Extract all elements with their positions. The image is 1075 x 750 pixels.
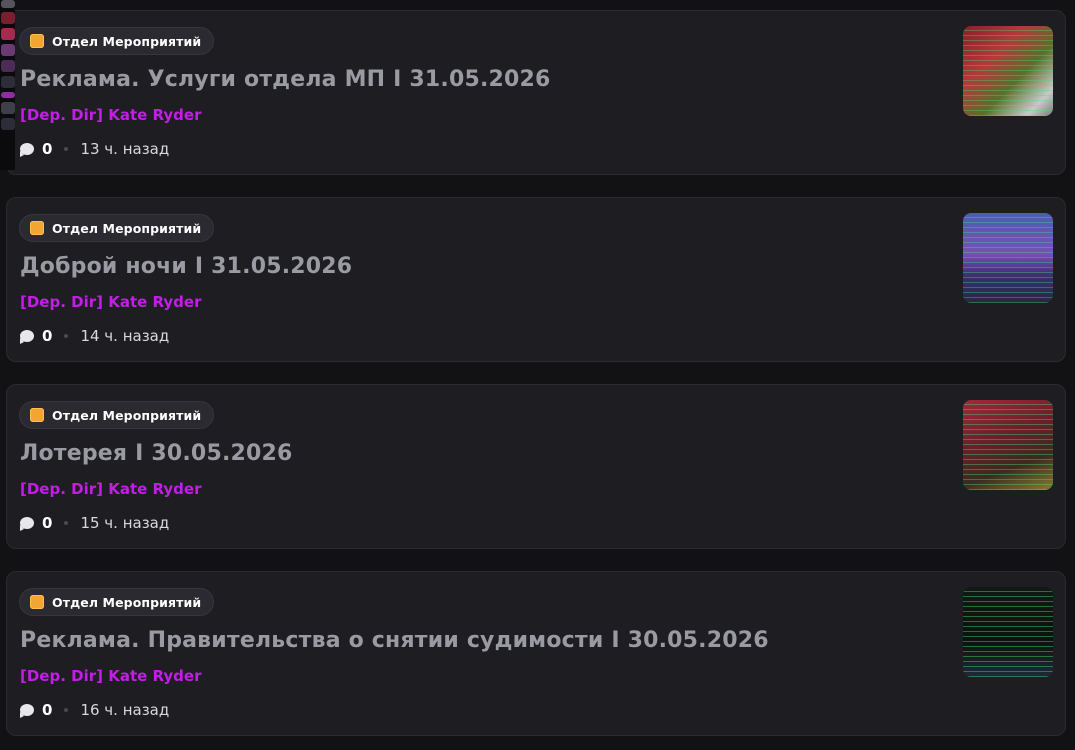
server-icon[interactable] xyxy=(0,0,15,8)
category-tag[interactable]: Отдел Мероприятий xyxy=(19,588,215,616)
post-card[interactable]: Отдел Мероприятий Лотерея I 30.05.2026 [… xyxy=(6,384,1066,549)
orange-square-icon xyxy=(30,34,44,48)
post-author[interactable]: [Dep. Dir] Kate Ryder xyxy=(20,106,201,124)
comment-count: 0 xyxy=(42,514,53,532)
post-card[interactable]: Отдел Мероприятий Доброй ночи I 31.05.20… xyxy=(6,197,1066,362)
server-icon[interactable] xyxy=(0,12,15,24)
server-icon[interactable] xyxy=(0,76,15,88)
post-thumbnail[interactable] xyxy=(963,400,1053,490)
server-icon[interactable] xyxy=(0,92,15,98)
post-title[interactable]: Доброй ночи I 31.05.2026 xyxy=(20,254,352,279)
server-icon[interactable] xyxy=(0,118,15,130)
separator-dot xyxy=(64,147,69,151)
speech-bubble-icon xyxy=(20,704,34,718)
orange-square-icon xyxy=(30,221,44,235)
post-meta: 0 16 ч. назад xyxy=(20,701,169,719)
category-tag[interactable]: Отдел Мероприятий xyxy=(19,401,215,429)
post-meta: 0 13 ч. назад xyxy=(20,140,169,158)
post-author[interactable]: [Dep. Dir] Kate Ryder xyxy=(20,480,201,498)
post-thumbnail[interactable] xyxy=(963,26,1053,116)
post-title[interactable]: Реклама. Услуги отдела МП I 31.05.2026 xyxy=(20,67,551,92)
orange-square-icon xyxy=(30,595,44,609)
category-label: Отдел Мероприятий xyxy=(52,220,202,236)
comment-count: 0 xyxy=(42,701,53,719)
post-time: 13 ч. назад xyxy=(80,140,170,158)
server-icon[interactable] xyxy=(0,60,15,72)
post-author[interactable]: [Dep. Dir] Kate Ryder xyxy=(20,293,201,311)
comment-count: 0 xyxy=(42,140,53,158)
server-icon[interactable] xyxy=(0,28,15,40)
server-icon[interactable] xyxy=(0,44,15,56)
separator-dot xyxy=(64,334,69,338)
speech-bubble-icon xyxy=(20,330,34,344)
server-icon[interactable] xyxy=(0,102,15,114)
post-meta: 0 15 ч. назад xyxy=(20,514,169,532)
orange-square-icon xyxy=(30,408,44,422)
post-thumbnail[interactable] xyxy=(963,587,1053,677)
speech-bubble-icon xyxy=(20,517,34,531)
category-tag[interactable]: Отдел Мероприятий xyxy=(19,214,215,242)
forum-feed-page: Отдел Мероприятий Реклама. Услуги отдела… xyxy=(0,0,1075,750)
server-sidebar-strip xyxy=(0,0,15,170)
post-time: 15 ч. назад xyxy=(80,514,170,532)
post-time: 16 ч. назад xyxy=(80,701,170,719)
comment-count: 0 xyxy=(42,327,53,345)
post-title[interactable]: Лотерея I 30.05.2026 xyxy=(20,441,293,466)
post-author[interactable]: [Dep. Dir] Kate Ryder xyxy=(20,667,201,685)
post-title[interactable]: Реклама. Правительства о снятии судимост… xyxy=(20,628,769,653)
speech-bubble-icon xyxy=(20,143,34,157)
category-label: Отдел Мероприятий xyxy=(52,594,202,610)
post-meta: 0 14 ч. назад xyxy=(20,327,169,345)
separator-dot xyxy=(64,708,69,712)
category-tag[interactable]: Отдел Мероприятий xyxy=(19,27,215,55)
post-card[interactable]: Отдел Мероприятий Реклама. Правительства… xyxy=(6,571,1066,736)
separator-dot xyxy=(64,521,69,525)
post-card[interactable]: Отдел Мероприятий Реклама. Услуги отдела… xyxy=(6,10,1066,175)
post-time: 14 ч. назад xyxy=(80,327,170,345)
post-list: Отдел Мероприятий Реклама. Услуги отдела… xyxy=(6,10,1066,750)
post-thumbnail[interactable] xyxy=(963,213,1053,303)
category-label: Отдел Мероприятий xyxy=(52,407,202,423)
category-label: Отдел Мероприятий xyxy=(52,33,202,49)
